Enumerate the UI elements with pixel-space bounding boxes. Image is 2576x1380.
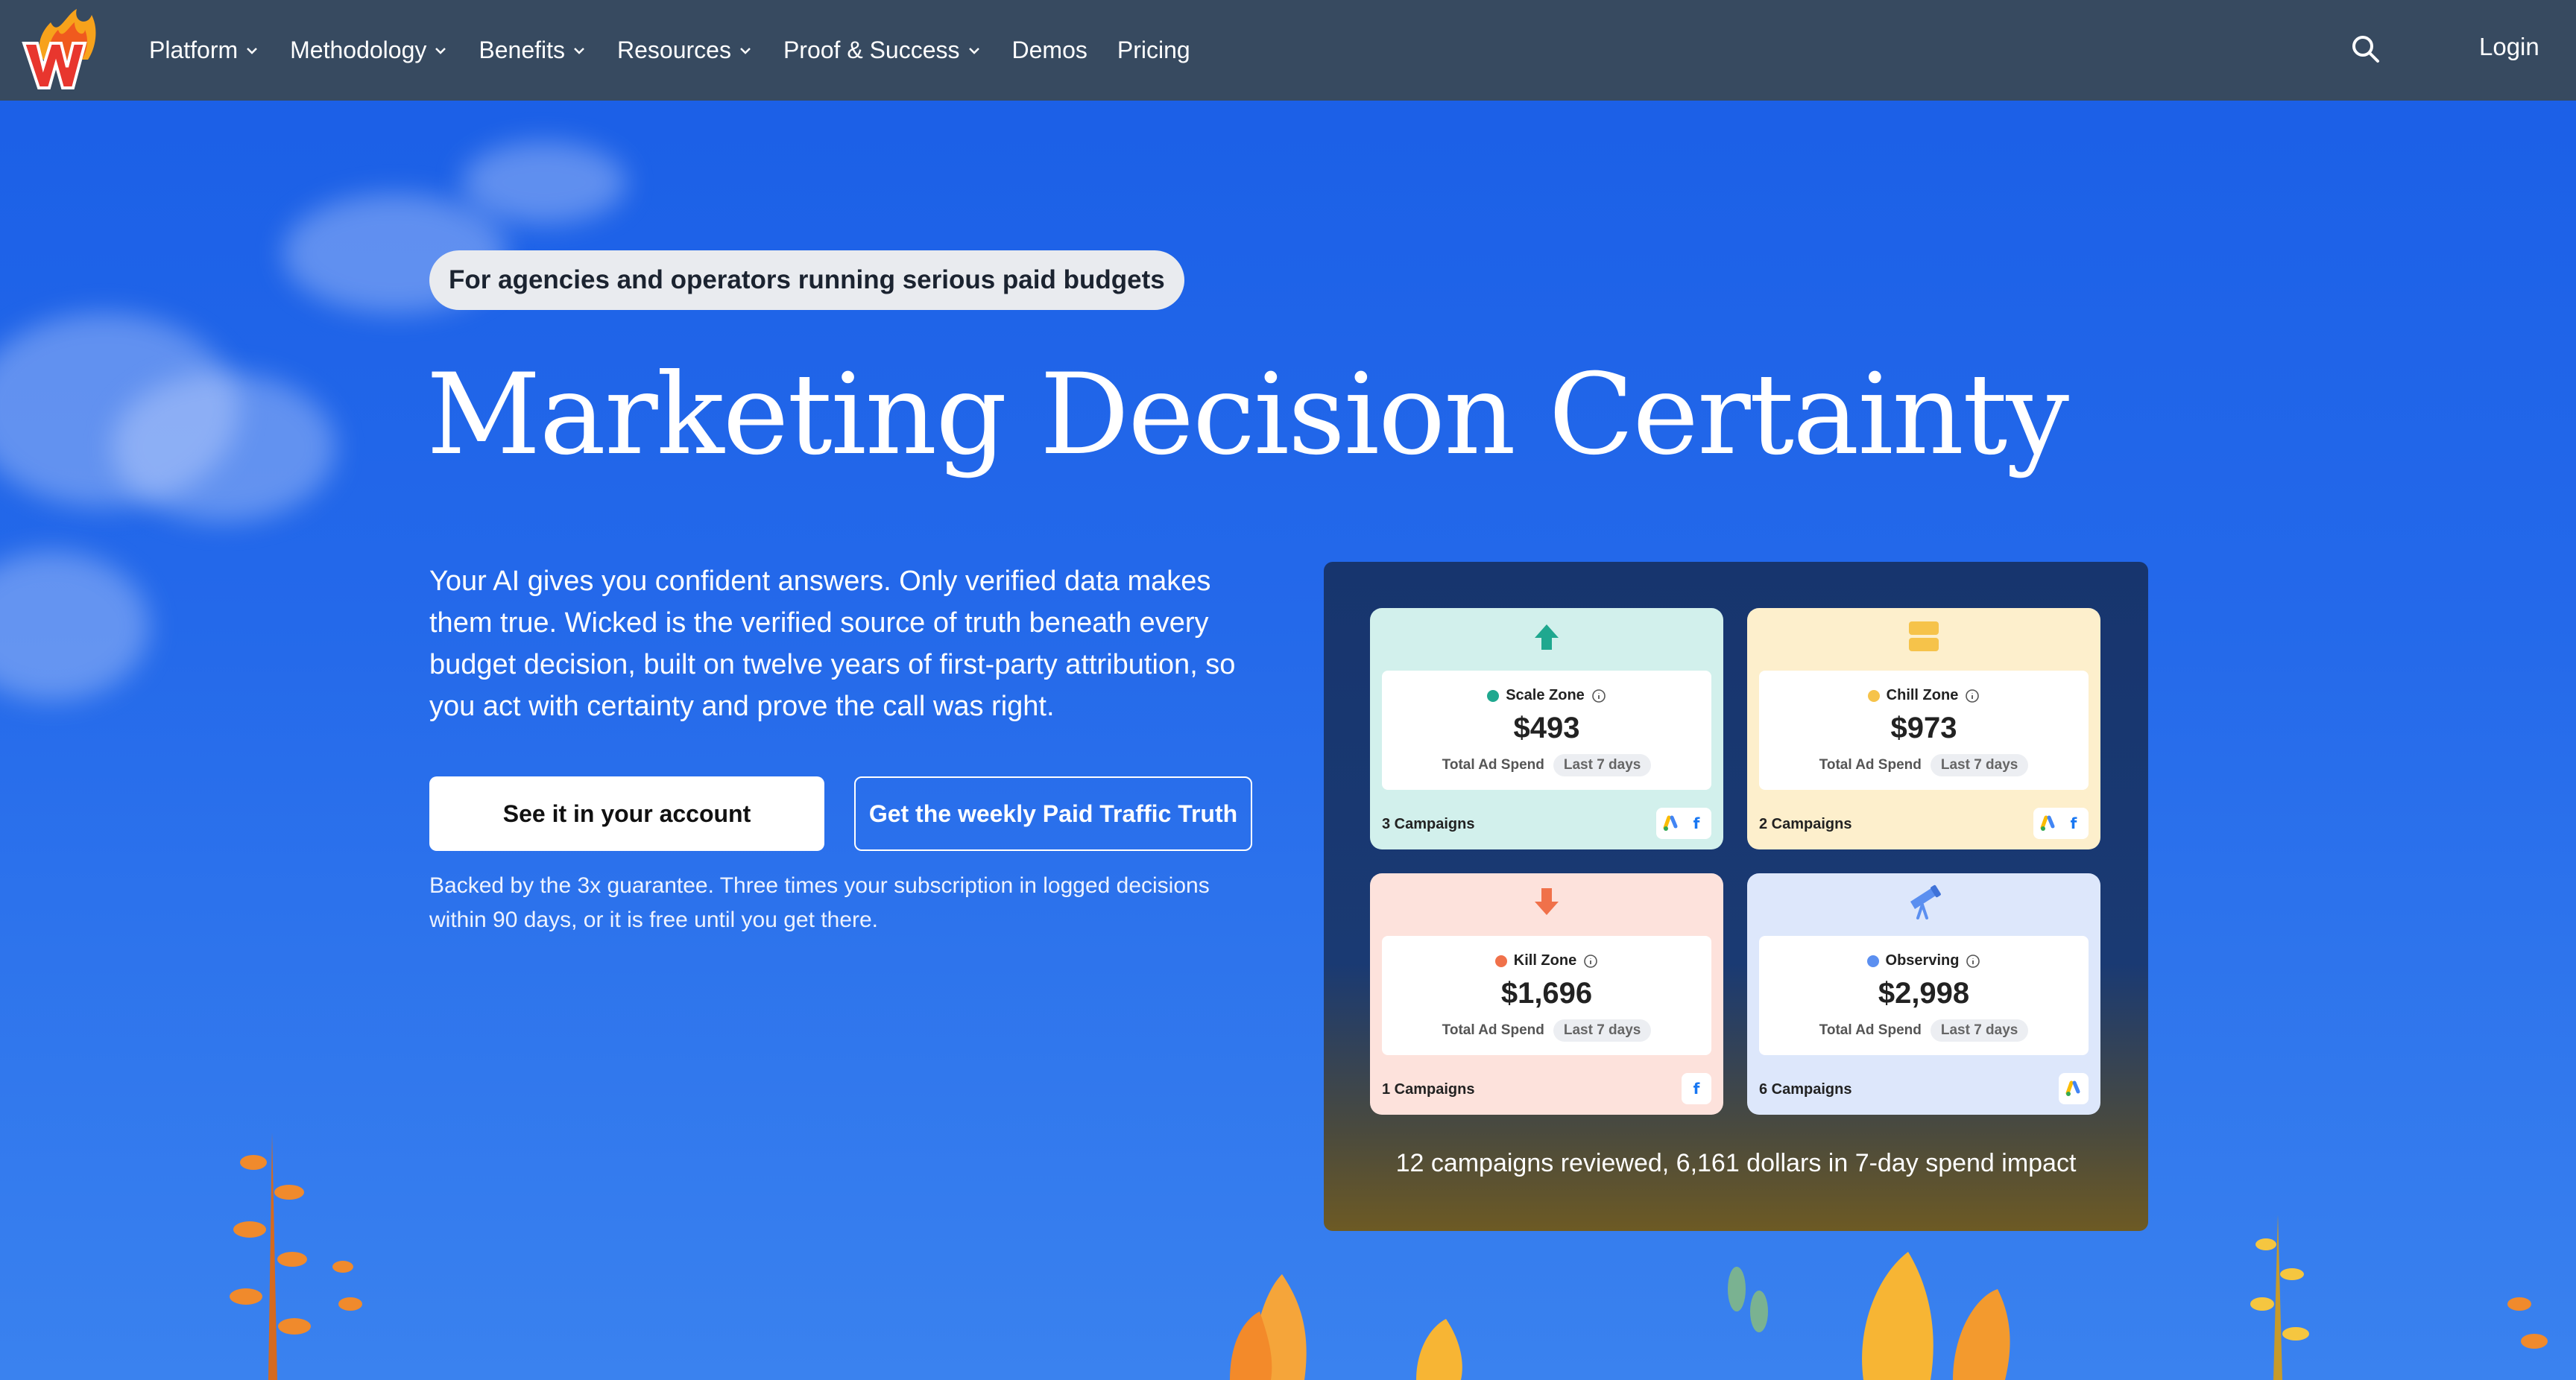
nav-item-proof-success[interactable]: Proof & Success	[783, 37, 982, 64]
period-badge: Last 7 days	[1553, 754, 1652, 776]
top-navigation: Platform Methodology Benefits Resources …	[0, 0, 2576, 101]
nav-item-demos[interactable]: Demos	[1012, 37, 1087, 64]
status-dot	[1487, 689, 1500, 702]
card-body: Chill Zone $973 Total Ad Spend Last 7 da…	[1759, 671, 2089, 790]
info-icon[interactable]	[1965, 689, 1980, 703]
nav-item-label: Resources	[617, 37, 731, 63]
status-dot	[1866, 955, 1879, 967]
arrow-up-icon	[1535, 624, 1559, 650]
facebook-icon: f	[2070, 814, 2077, 832]
spend-label: Total Ad Spend	[1819, 1022, 1922, 1038]
platform-badges: f	[1656, 808, 1711, 839]
card-body: Scale Zone $493 Total Ad Spend Last 7 da…	[1382, 671, 1711, 790]
audience-badge: For agencies and operators running serio…	[429, 250, 1184, 310]
chevron-down-icon	[968, 47, 979, 54]
platform-badges: f	[2033, 808, 2089, 839]
card-body: Kill Zone $1,696 Total Ad Spend Last 7 d…	[1382, 936, 1711, 1055]
pause-icon	[1909, 621, 1939, 651]
info-icon[interactable]	[1966, 954, 1980, 969]
zone-label: Kill Zone	[1513, 952, 1577, 969]
facebook-icon: f	[1693, 814, 1700, 832]
nav-item-pricing[interactable]: Pricing	[1117, 37, 1190, 64]
chevron-down-icon	[740, 47, 751, 54]
period-badge: Last 7 days	[1553, 1019, 1652, 1042]
nav-item-resources[interactable]: Resources	[617, 37, 754, 64]
spend-label: Total Ad Spend	[1819, 757, 1922, 773]
nav-item-label: Benefits	[479, 37, 565, 63]
zone-label: Observing	[1885, 952, 1960, 969]
campaign-count: 2 Campaigns	[1759, 816, 1852, 832]
hero-description: Your AI gives you confident answers. Onl…	[429, 566, 1236, 722]
scale-zone-card: Scale Zone $493 Total Ad Spend Last 7 da…	[1370, 608, 1723, 849]
status-dot	[1867, 689, 1880, 702]
cloud-decoration	[0, 551, 149, 700]
campaign-count: 3 Campaigns	[1382, 816, 1475, 832]
arrow-down-icon	[1535, 888, 1559, 915]
cloud-decoration	[462, 142, 626, 224]
card-body: Observing $2,998 Total Ad Spend Last 7 d…	[1759, 936, 2089, 1055]
spend-amount: $1,696	[1500, 977, 1593, 1010]
campaign-count: 6 Campaigns	[1759, 1081, 1852, 1098]
kill-zone-card: Kill Zone $1,696 Total Ad Spend Last 7 d…	[1370, 873, 1723, 1115]
page-title: Marketing Decision Certainty	[426, 350, 2069, 480]
weekly-paid-traffic-truth-button[interactable]: Get the weekly Paid Traffic Truth	[854, 776, 1252, 851]
chevron-down-icon	[574, 47, 584, 54]
dashboard-summary: 12 campaigns reviewed, 6,161 dollars in …	[1395, 1149, 2077, 1177]
nav-item-methodology[interactable]: Methodology	[290, 37, 449, 64]
guarantee-text: Backed by the 3x guarantee. Three times …	[429, 873, 1210, 932]
zone-label: Scale Zone	[1506, 687, 1585, 703]
dashboard-preview: Scale Zone $493 Total Ad Spend Last 7 da…	[1324, 562, 2148, 1231]
status-dot	[1494, 955, 1507, 967]
chevron-down-icon	[247, 47, 258, 54]
wicked-logo[interactable]	[21, 7, 103, 91]
spend-amount: $973	[1890, 712, 1957, 744]
chill-zone-card: Chill Zone $973 Total Ad Spend Last 7 da…	[1747, 608, 2100, 849]
platform-badges: f	[1682, 1073, 1711, 1104]
nav-item-benefits[interactable]: Benefits	[479, 37, 587, 64]
spend-amount: $493	[1513, 712, 1580, 744]
facebook-icon: f	[1693, 1080, 1700, 1098]
nav-item-label: Pricing	[1117, 37, 1190, 63]
nav-item-label: Methodology	[290, 37, 427, 63]
campaign-count: 1 Campaigns	[1382, 1081, 1475, 1098]
google-ads-icon	[2040, 815, 2055, 831]
period-badge: Last 7 days	[1930, 754, 2029, 776]
chevron-down-icon	[435, 47, 446, 54]
nav-item-platform[interactable]: Platform	[149, 37, 260, 64]
telescope-icon	[1910, 884, 1941, 920]
nav-item-label: Demos	[1011, 37, 1087, 63]
nav-item-label: Platform	[149, 37, 239, 63]
spend-label: Total Ad Spend	[1442, 1022, 1544, 1038]
cloud-decoration	[112, 373, 335, 522]
spend-label: Total Ad Spend	[1442, 757, 1544, 773]
nav-item-label: Proof & Success	[783, 37, 960, 63]
period-badge: Last 7 days	[1930, 1019, 2029, 1042]
observing-card: Observing $2,998 Total Ad Spend Last 7 d…	[1747, 873, 2100, 1115]
login-link[interactable]: Login	[2479, 33, 2539, 61]
google-ads-icon	[2065, 1080, 2080, 1096]
zone-label: Chill Zone	[1886, 687, 1959, 703]
see-in-account-button[interactable]: See it in your account	[429, 776, 824, 851]
google-ads-icon	[1663, 815, 1678, 831]
search-icon[interactable]	[2349, 33, 2382, 66]
info-icon[interactable]	[1583, 954, 1598, 969]
info-icon[interactable]	[1591, 689, 1606, 703]
spend-amount: $2,998	[1878, 977, 1970, 1010]
nav-menu: Platform Methodology Benefits Resources …	[149, 0, 1220, 101]
flowers-illustration	[230, 1133, 2548, 1380]
platform-badges	[2059, 1073, 2089, 1104]
